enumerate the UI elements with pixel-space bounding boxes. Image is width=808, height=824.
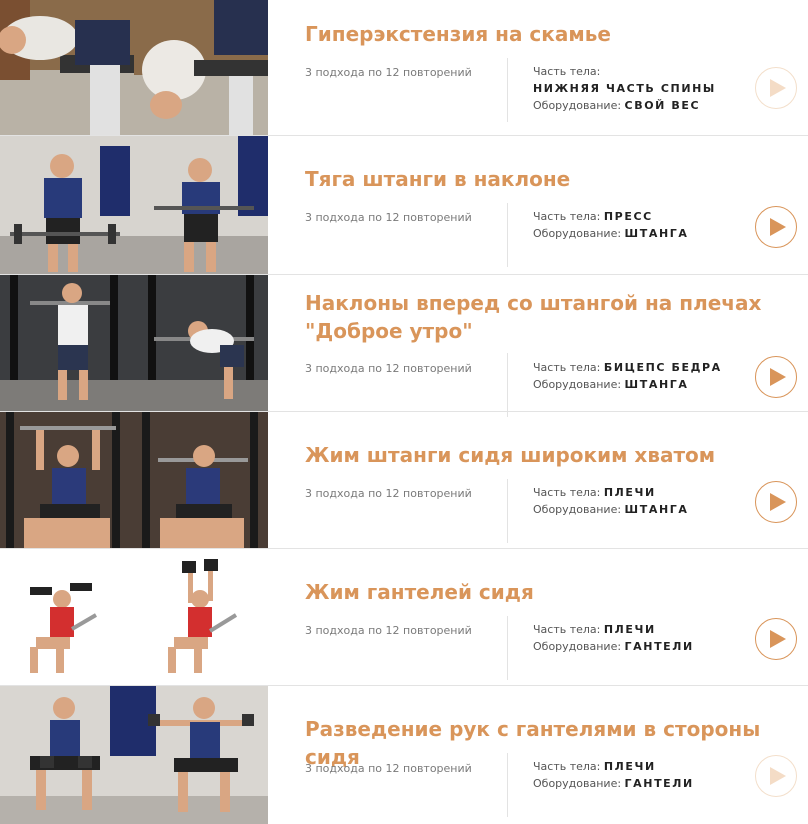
exercise-sets: 3 подхода по 12 повторений — [305, 487, 472, 500]
play-button[interactable] — [755, 618, 797, 660]
exercise-sets: 3 подхода по 12 повторений — [305, 624, 472, 637]
divider — [507, 353, 508, 417]
play-icon — [770, 630, 786, 648]
exercise-meta: Часть тела: БИЦЕПС БЕДРА Оборудование: Ш… — [533, 359, 722, 393]
equipment-label: Оборудование: — [533, 99, 622, 112]
exercise-meta: Часть тела: ПЛЕЧИ Оборудование: ШТАНГА — [533, 484, 688, 518]
exercise-photo-start — [0, 686, 134, 824]
exercise-photo-end — [134, 412, 268, 548]
play-icon — [770, 218, 786, 236]
equipment-label: Оборудование: — [533, 227, 622, 240]
divider — [507, 479, 508, 543]
play-icon — [770, 493, 786, 511]
body-part-label: Часть тела: — [533, 760, 601, 773]
exercise-row[interactable]: Жим штанги сидя широким хватом 3 подхода… — [0, 412, 808, 549]
equipment-label: Оборудование: — [533, 378, 622, 391]
exercise-sets: 3 подхода по 12 повторений — [305, 66, 472, 79]
body-part-value: ПЛЕЧИ — [603, 760, 656, 773]
exercise-photo-start — [0, 275, 134, 411]
equipment-label: Оборудование: — [533, 777, 622, 790]
body-part-value: ПЛЕЧИ — [603, 486, 656, 499]
exercise-photo-start — [0, 412, 134, 548]
divider — [507, 616, 508, 680]
exercise-photo-end — [134, 686, 268, 824]
exercise-photo-start — [0, 136, 134, 274]
play-icon — [770, 79, 786, 97]
body-part-label: Часть тела: — [533, 361, 601, 374]
play-icon — [770, 767, 786, 785]
body-part-value: ПРЕСС — [603, 210, 653, 223]
exercise-photos — [0, 686, 268, 824]
exercise-meta: Часть тела: ПЛЕЧИ Оборудование: ГАНТЕЛИ — [533, 621, 694, 655]
equipment-value: ШТАНГА — [624, 503, 689, 516]
play-icon — [770, 368, 786, 386]
exercise-meta: Часть тела: ПЛЕЧИ Оборудование: ГАНТЕЛИ — [533, 758, 694, 792]
exercise-title[interactable]: Гиперэкстензия на скамье — [305, 20, 775, 48]
body-part-label: Часть тела: — [533, 65, 601, 78]
play-button[interactable] — [755, 67, 797, 109]
exercise-meta: Часть тела: ПРЕСС Оборудование: ШТАНГА — [533, 208, 688, 242]
exercise-row[interactable]: Тяга штанги в наклоне 3 подхода по 12 по… — [0, 136, 808, 275]
exercise-title[interactable]: Тяга штанги в наклоне — [305, 165, 775, 193]
exercise-row[interactable]: Гиперэкстензия на скамье 3 подхода по 12… — [0, 0, 808, 136]
body-part-value: ПЛЕЧИ — [603, 623, 656, 636]
equipment-value: ГАНТЕЛИ — [624, 640, 694, 653]
play-button[interactable] — [755, 206, 797, 248]
exercise-sets: 3 подхода по 12 повторений — [305, 362, 472, 375]
exercise-title[interactable]: Жим штанги сидя широким хватом — [305, 441, 775, 469]
equipment-label: Оборудование: — [533, 640, 622, 653]
play-button[interactable] — [755, 356, 797, 398]
exercise-title[interactable]: Жим гантелей сидя — [305, 578, 775, 606]
exercise-photo-end — [134, 136, 268, 274]
equipment-value: ГАНТЕЛИ — [624, 777, 694, 790]
divider — [507, 58, 508, 122]
body-part-label: Часть тела: — [533, 623, 601, 636]
exercise-photo-end — [134, 0, 268, 135]
play-button[interactable] — [755, 755, 797, 797]
equipment-value: ШТАНГА — [624, 227, 689, 240]
body-part-value: НИЖНЯЯ ЧАСТЬ СПИНЫ — [533, 82, 716, 95]
body-part-label: Часть тела: — [533, 486, 601, 499]
exercise-sets: 3 подхода по 12 повторений — [305, 211, 472, 224]
equipment-value: ШТАНГА — [624, 378, 689, 391]
equipment-value: СВОЙ ВЕС — [624, 99, 701, 112]
play-button[interactable] — [755, 481, 797, 523]
exercise-row[interactable]: Разведение рук с гантелями в стороны сид… — [0, 686, 808, 824]
body-part-value: БИЦЕПС БЕДРА — [603, 361, 722, 374]
exercise-row[interactable]: Жим гантелей сидя 3 подхода по 12 повтор… — [0, 549, 808, 686]
exercise-photo-start — [0, 549, 134, 685]
exercise-meta: Часть тела: НИЖНЯЯ ЧАСТЬ СПИНЫ Оборудова… — [533, 63, 716, 114]
exercise-photo-end — [134, 275, 268, 411]
exercise-photos — [0, 275, 268, 411]
exercise-photos — [0, 412, 268, 548]
exercise-photo-start — [0, 0, 134, 135]
exercise-photo-end — [134, 549, 268, 685]
exercise-photos — [0, 136, 268, 274]
divider — [507, 203, 508, 267]
equipment-label: Оборудование: — [533, 503, 622, 516]
exercise-photos — [0, 549, 268, 685]
body-part-label: Часть тела: — [533, 210, 601, 223]
exercise-photos — [0, 0, 268, 135]
exercise-row[interactable]: Наклоны вперед со штангой на плечах "Доб… — [0, 275, 808, 417]
exercise-sets: 3 подхода по 12 повторений — [305, 762, 472, 775]
exercise-title[interactable]: Наклоны вперед со штангой на плечах "Доб… — [305, 289, 775, 345]
divider — [507, 753, 508, 817]
